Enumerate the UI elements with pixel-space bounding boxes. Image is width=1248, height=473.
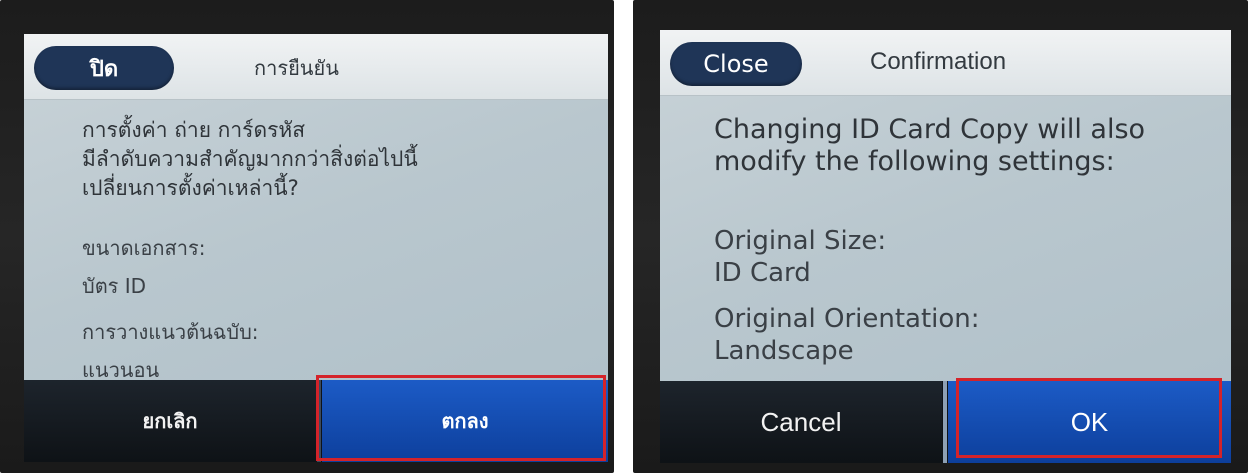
close-button[interactable]: Close <box>670 42 802 86</box>
cancel-button[interactable]: Cancel <box>660 381 942 463</box>
dialog-footer: ยกเลิก ตกลง <box>24 380 608 462</box>
button-divider <box>943 381 947 463</box>
confirmation-message: Changing ID Card Copy will also modify t… <box>714 114 1146 177</box>
dialog-footer: Cancel OK <box>660 381 1231 463</box>
dialog-header: ปิด การยืนยัน <box>24 34 608 100</box>
dialog-title: Confirmation <box>870 48 1007 75</box>
confirmation-dialog-thai: ปิด การยืนยัน การตั้งค่า ถ่าย การ์ดรหัส … <box>24 34 608 462</box>
original-orientation-label: การวางแนวต้นฉบับ: <box>82 320 259 344</box>
dialog-header: Close Confirmation <box>660 30 1231 96</box>
close-button[interactable]: ปิด <box>34 46 174 90</box>
ok-button[interactable]: ตกลง <box>322 380 608 462</box>
original-orientation-label: Original Orientation: <box>714 304 980 334</box>
original-orientation-value: Landscape <box>714 336 854 366</box>
original-size-label: ขนาดเอกสาร: <box>82 236 206 260</box>
button-divider <box>317 380 321 462</box>
original-size-label: Original Size: <box>714 226 887 256</box>
dialog-title: การยืนยัน <box>254 58 339 80</box>
confirmation-dialog-english: Close Confirmation Changing ID Card Copy… <box>660 30 1231 463</box>
original-size-value: ID Card <box>714 258 811 288</box>
original-size-value: บัตร ID <box>82 274 147 298</box>
cancel-button[interactable]: ยกเลิก <box>24 380 316 462</box>
confirmation-message: การตั้งค่า ถ่าย การ์ดรหัส มีลำดับความสำค… <box>82 118 418 200</box>
ok-button[interactable]: OK <box>948 381 1231 463</box>
